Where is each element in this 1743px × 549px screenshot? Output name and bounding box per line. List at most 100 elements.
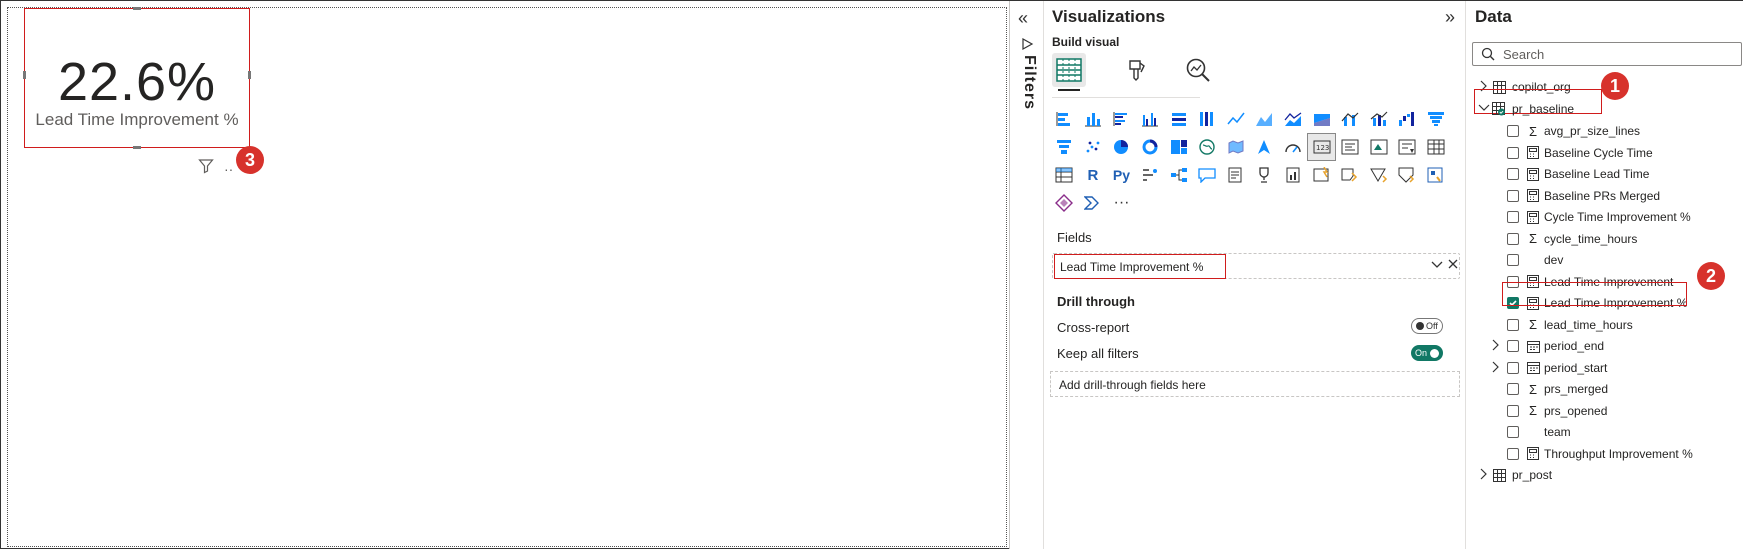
smart-narrative-icon[interactable] — [1222, 161, 1251, 189]
slicer-icon[interactable] — [1393, 133, 1422, 161]
checkbox[interactable] — [1507, 232, 1519, 245]
stacked-bar-chart-icon[interactable] — [1050, 105, 1079, 133]
card-visual[interactable]: 22.6% Lead Time Improvement % — [23, 7, 251, 149]
checkbox[interactable] — [1507, 189, 1519, 202]
checkbox[interactable] — [1507, 125, 1519, 137]
checkbox[interactable] — [1507, 340, 1519, 352]
chevron-down-icon[interactable] — [1431, 258, 1443, 273]
gauge-icon[interactable] — [1279, 133, 1308, 161]
build-visual-tab[interactable] — [1052, 53, 1086, 87]
more-options-icon[interactable]: ·· — [224, 161, 233, 177]
field-pill[interactable]: Lead Time Improvement % — [1054, 254, 1226, 279]
decomposition-tree-icon[interactable] — [1164, 161, 1193, 189]
chevron-down-icon[interactable] — [1478, 102, 1490, 115]
chevron-right-icon[interactable] — [1490, 339, 1500, 354]
resize-handle-bottom[interactable] — [133, 146, 141, 149]
field-row[interactable]: Baseline PRs Merged — [1490, 186, 1740, 206]
report-canvas[interactable]: 22.6% Lead Time Improvement % ·· 3 — [7, 7, 1007, 547]
checkbox[interactable] — [1507, 404, 1519, 417]
table-node-pr-post[interactable]: pr_post — [1478, 465, 1738, 485]
line-chart-icon[interactable] — [1222, 105, 1251, 133]
key-influencers-icon[interactable] — [1136, 161, 1165, 189]
custom-visual-b-icon[interactable] — [1393, 161, 1422, 189]
format-visual-tab[interactable] — [1120, 53, 1154, 87]
funnel-icon[interactable] — [1050, 133, 1079, 161]
more-visuals-icon[interactable]: ··· — [1107, 189, 1136, 217]
field-row[interactable]: team — [1490, 422, 1740, 442]
python-script-icon[interactable]: Py — [1107, 161, 1136, 189]
100-stacked-column-icon[interactable] — [1193, 105, 1222, 133]
close-icon[interactable] — [1447, 258, 1459, 273]
double-chevron-right-icon[interactable]: » — [1445, 7, 1455, 28]
kpi-icon[interactable] — [1365, 133, 1394, 161]
ribbon-chart-icon[interactable] — [1307, 105, 1336, 133]
field-row[interactable]: Σcycle_time_hours — [1490, 229, 1740, 249]
clustered-bar-chart-icon[interactable] — [1107, 105, 1136, 133]
filter-icon[interactable] — [198, 158, 214, 179]
area-chart-icon[interactable] — [1250, 105, 1279, 133]
donut-chart-icon[interactable] — [1136, 133, 1165, 161]
filters-pane-collapsed[interactable]: « Filters — [1009, 1, 1043, 549]
scatter-chart-icon[interactable] — [1079, 133, 1108, 161]
fields-well[interactable]: Lead Time Improvement % — [1052, 253, 1460, 279]
checkbox[interactable] — [1507, 211, 1519, 223]
power-apps-diamond-icon[interactable] — [1050, 189, 1079, 217]
azure-map-icon[interactable] — [1250, 133, 1279, 161]
waterfall-chart-icon[interactable] — [1393, 105, 1422, 133]
filters-label[interactable]: Filters — [1020, 55, 1038, 110]
table-icon[interactable] — [1422, 133, 1451, 161]
funnel-chart-icon[interactable] — [1422, 105, 1451, 133]
field-row[interactable]: Σlead_time_hours — [1490, 315, 1740, 335]
metrics-trophy-icon[interactable] — [1250, 161, 1279, 189]
search-input[interactable]: Search — [1472, 42, 1742, 66]
checkbox[interactable] — [1507, 361, 1519, 374]
line-stacked-column-icon[interactable] — [1365, 105, 1394, 133]
cross-report-toggle[interactable]: Off — [1411, 318, 1443, 334]
line-clustered-column-icon[interactable] — [1336, 105, 1365, 133]
matrix-icon[interactable] — [1050, 161, 1079, 189]
field-row[interactable]: Cycle Time Improvement % — [1490, 207, 1740, 227]
field-row[interactable]: Σprs_merged — [1490, 379, 1740, 399]
analytics-tab[interactable] — [1181, 53, 1215, 87]
chevron-right-icon[interactable] — [1478, 468, 1488, 483]
field-row[interactable]: Throughput Improvement % — [1490, 444, 1740, 464]
chevron-right-icon[interactable] — [1490, 361, 1500, 376]
field-row[interactable]: period_end — [1490, 336, 1740, 356]
pie-chart-icon[interactable] — [1107, 133, 1136, 161]
checkbox[interactable] — [1507, 254, 1519, 266]
paginated-report-icon[interactable] — [1279, 161, 1308, 189]
checkbox[interactable] — [1507, 383, 1519, 395]
resize-handle-top[interactable] — [133, 7, 141, 10]
checkbox[interactable] — [1507, 146, 1519, 159]
custom-visual-a-icon[interactable] — [1365, 161, 1394, 189]
powerapps-icon[interactable] — [1307, 161, 1336, 189]
map-icon[interactable] — [1193, 133, 1222, 161]
custom-visual-c-icon[interactable] — [1422, 161, 1451, 189]
100-stacked-bar-icon[interactable] — [1164, 105, 1193, 133]
multi-row-card-icon[interactable] — [1336, 133, 1365, 161]
clustered-column-chart-icon[interactable] — [1136, 105, 1165, 133]
keep-filters-toggle[interactable]: On — [1411, 345, 1443, 361]
card-icon[interactable]: 123 — [1307, 133, 1336, 161]
stacked-column-chart-icon[interactable] — [1079, 105, 1108, 133]
checkbox[interactable] — [1507, 168, 1519, 180]
qa-icon[interactable] — [1193, 161, 1222, 189]
stacked-area-chart-icon[interactable] — [1279, 105, 1308, 133]
field-row[interactable]: Baseline Lead Time — [1490, 164, 1740, 184]
filled-map-icon[interactable] — [1222, 133, 1251, 161]
field-row[interactable]: period_start — [1490, 358, 1740, 378]
treemap-icon[interactable] — [1164, 133, 1193, 161]
checkbox[interactable] — [1507, 318, 1519, 331]
power-automate-icon[interactable] — [1336, 161, 1365, 189]
field-row[interactable]: Baseline Cycle Time — [1490, 143, 1740, 163]
add-drill-through-well[interactable]: Add drill-through fields here — [1050, 371, 1460, 397]
calendar-icon — [1526, 361, 1540, 375]
double-chevron-left-icon[interactable]: « — [1018, 8, 1028, 29]
field-row[interactable]: Σprs_opened — [1490, 401, 1740, 421]
checkbox[interactable] — [1507, 447, 1519, 460]
field-row[interactable]: Σavg_pr_size_lines — [1490, 121, 1740, 141]
table-node-pr-baseline[interactable]: pr_baseline — [1478, 99, 1738, 119]
checkbox[interactable] — [1507, 426, 1519, 438]
power-automate-chevrons-icon[interactable] — [1079, 189, 1108, 217]
r-script-icon[interactable]: R — [1079, 161, 1108, 189]
